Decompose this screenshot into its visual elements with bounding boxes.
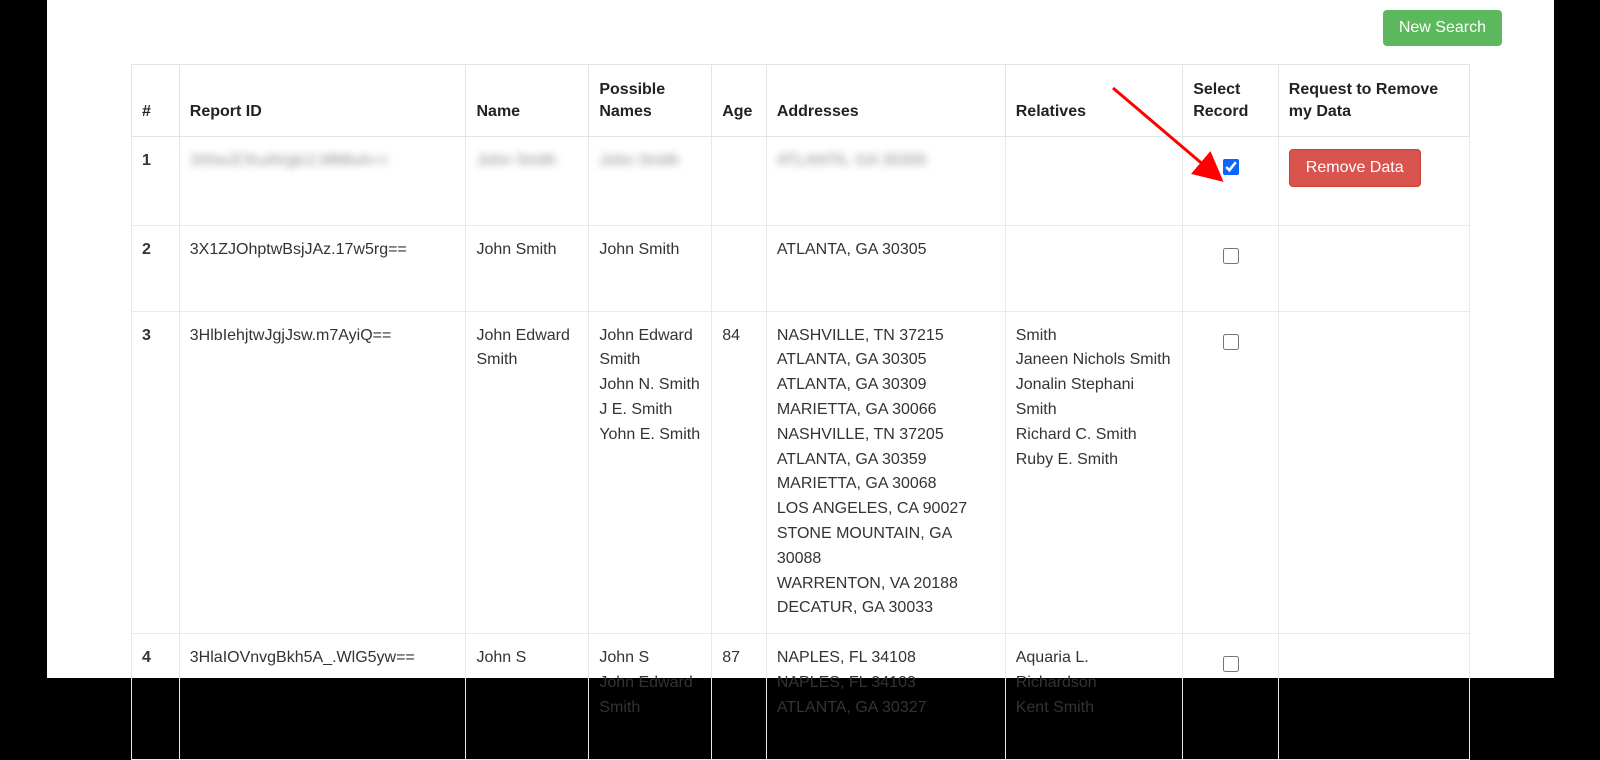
address-item: WARRENTON, VA 20188: [777, 572, 995, 597]
cell-name: John Edward Smith: [466, 311, 589, 634]
cell-report-id: 3HlbIehjtwJgjJsw.m7AyiQ==: [179, 311, 466, 634]
cell-number: 4: [132, 634, 180, 759]
cell-request-remove: Remove Data: [1278, 136, 1469, 225]
col-header-addresses: Addresses: [766, 65, 1005, 137]
col-header-select-record: Select Record: [1183, 65, 1279, 137]
cell-relatives: [1005, 136, 1182, 225]
relative-item: Smith: [1016, 324, 1172, 349]
cell-relatives: SmithJaneen Nichols SmithJonalin Stephan…: [1005, 311, 1182, 634]
cell-number: 2: [132, 225, 180, 311]
address-item: ATLANTA, GA 30305: [777, 149, 995, 174]
select-record-checkbox[interactable]: [1223, 159, 1239, 175]
relative-item: Jonalin Stephani Smith: [1016, 373, 1172, 423]
col-header-possible-names: Possible Names: [589, 65, 712, 137]
cell-select-record: [1183, 311, 1279, 634]
col-header-age: Age: [712, 65, 767, 137]
cell-name: John Smith: [466, 225, 589, 311]
table-header-row: # Report ID Name Possible Names Age Addr…: [132, 65, 1470, 137]
cell-possible-names: John Smith: [589, 225, 712, 311]
possible-name-item: John Smith: [599, 149, 701, 174]
address-item: DECATUR, GA 30033: [777, 596, 995, 621]
cell-select-record: [1183, 634, 1279, 759]
cell-number: 1: [132, 136, 180, 225]
possible-name-item: J E. Smith: [599, 398, 701, 423]
col-header-name: Name: [466, 65, 589, 137]
possible-name-item: John N. Smith: [599, 373, 701, 398]
relative-item: Aquaria L. Richardson: [1016, 646, 1172, 696]
toolbar: New Search: [47, 10, 1554, 64]
cell-addresses: ATLANTA, GA 30305: [766, 136, 1005, 225]
possible-name-item: John Edward Smith: [599, 324, 701, 374]
cell-name: John Smith: [466, 136, 589, 225]
relative-item: Ruby E. Smith: [1016, 448, 1172, 473]
relative-item: Janeen Nichols Smith: [1016, 348, 1172, 373]
address-item: NASHVILLE, TN 37205: [777, 423, 995, 448]
new-search-button[interactable]: New Search: [1383, 10, 1502, 46]
table-row: 43HlaIOVnvgBkh5A_.WlG5yw==John SJohn SJo…: [132, 634, 1470, 759]
address-item: NAPLES, FL 34103: [777, 671, 995, 696]
cell-number: 3: [132, 311, 180, 634]
col-header-number: #: [132, 65, 180, 137]
select-record-checkbox[interactable]: [1223, 334, 1239, 350]
cell-report-id: 3XheJCKuAVglc2.MMloA==: [179, 136, 466, 225]
address-item: ATLANTA, GA 30327: [777, 696, 995, 721]
select-record-checkbox[interactable]: [1223, 656, 1239, 672]
cell-addresses: NAPLES, FL 34108NAPLES, FL 34103ATLANTA,…: [766, 634, 1005, 759]
cell-age: [712, 136, 767, 225]
results-table: # Report ID Name Possible Names Age Addr…: [131, 64, 1470, 760]
select-record-checkbox[interactable]: [1223, 248, 1239, 264]
cell-request-remove: [1278, 225, 1469, 311]
cell-request-remove: [1278, 634, 1469, 759]
possible-name-item: John S: [599, 646, 701, 671]
remove-data-button[interactable]: Remove Data: [1289, 149, 1421, 187]
cell-possible-names: John Smith: [589, 136, 712, 225]
table-row: 23X1ZJOhptwBsjJAz.17w5rg==John SmithJohn…: [132, 225, 1470, 311]
address-item: STONE MOUNTAIN, GA 30088: [777, 522, 995, 572]
cell-name: John S: [466, 634, 589, 759]
possible-name-item: John Smith: [599, 238, 701, 263]
relative-item: Kent Smith: [1016, 696, 1172, 721]
cell-age: 84: [712, 311, 767, 634]
cell-possible-names: John Edward SmithJohn N. SmithJ E. Smith…: [589, 311, 712, 634]
relative-item: Richard C. Smith: [1016, 423, 1172, 448]
cell-possible-names: John SJohn Edward Smith: [589, 634, 712, 759]
possible-name-item: John Edward Smith: [599, 671, 701, 721]
results-table-container: # Report ID Name Possible Names Age Addr…: [47, 64, 1554, 760]
address-item: ATLANTA, GA 30305: [777, 238, 995, 263]
cell-request-remove: [1278, 311, 1469, 634]
cell-age: [712, 225, 767, 311]
cell-addresses: ATLANTA, GA 30305: [766, 225, 1005, 311]
table-row: 13XheJCKuAVglc2.MMloA==John SmithJohn Sm…: [132, 136, 1470, 225]
address-item: NASHVILLE, TN 37215: [777, 324, 995, 349]
col-header-report-id: Report ID: [179, 65, 466, 137]
cell-relatives: [1005, 225, 1182, 311]
table-row: 33HlbIehjtwJgjJsw.m7AyiQ==John Edward Sm…: [132, 311, 1470, 634]
address-item: ATLANTA, GA 30309: [777, 373, 995, 398]
cell-select-record: [1183, 225, 1279, 311]
cell-addresses: NASHVILLE, TN 37215ATLANTA, GA 30305ATLA…: [766, 311, 1005, 634]
address-item: ATLANTA, GA 30305: [777, 348, 995, 373]
cell-select-record: [1183, 136, 1279, 225]
col-header-relatives: Relatives: [1005, 65, 1182, 137]
cell-age: 87: [712, 634, 767, 759]
possible-name-item: Yohn E. Smith: [599, 423, 701, 448]
cell-report-id: 3X1ZJOhptwBsjJAz.17w5rg==: [179, 225, 466, 311]
address-item: NAPLES, FL 34108: [777, 646, 995, 671]
col-header-request-remove: Request to Remove my Data: [1278, 65, 1469, 137]
page-container: New Search # Report ID Name Possible Nam…: [47, 0, 1554, 678]
cell-report-id: 3HlaIOVnvgBkh5A_.WlG5yw==: [179, 634, 466, 759]
address-item: MARIETTA, GA 30066: [777, 398, 995, 423]
cell-relatives: Aquaria L. RichardsonKent Smith: [1005, 634, 1182, 759]
address-item: LOS ANGELES, CA 90027: [777, 497, 995, 522]
address-item: ATLANTA, GA 30359: [777, 448, 995, 473]
address-item: MARIETTA, GA 30068: [777, 472, 995, 497]
